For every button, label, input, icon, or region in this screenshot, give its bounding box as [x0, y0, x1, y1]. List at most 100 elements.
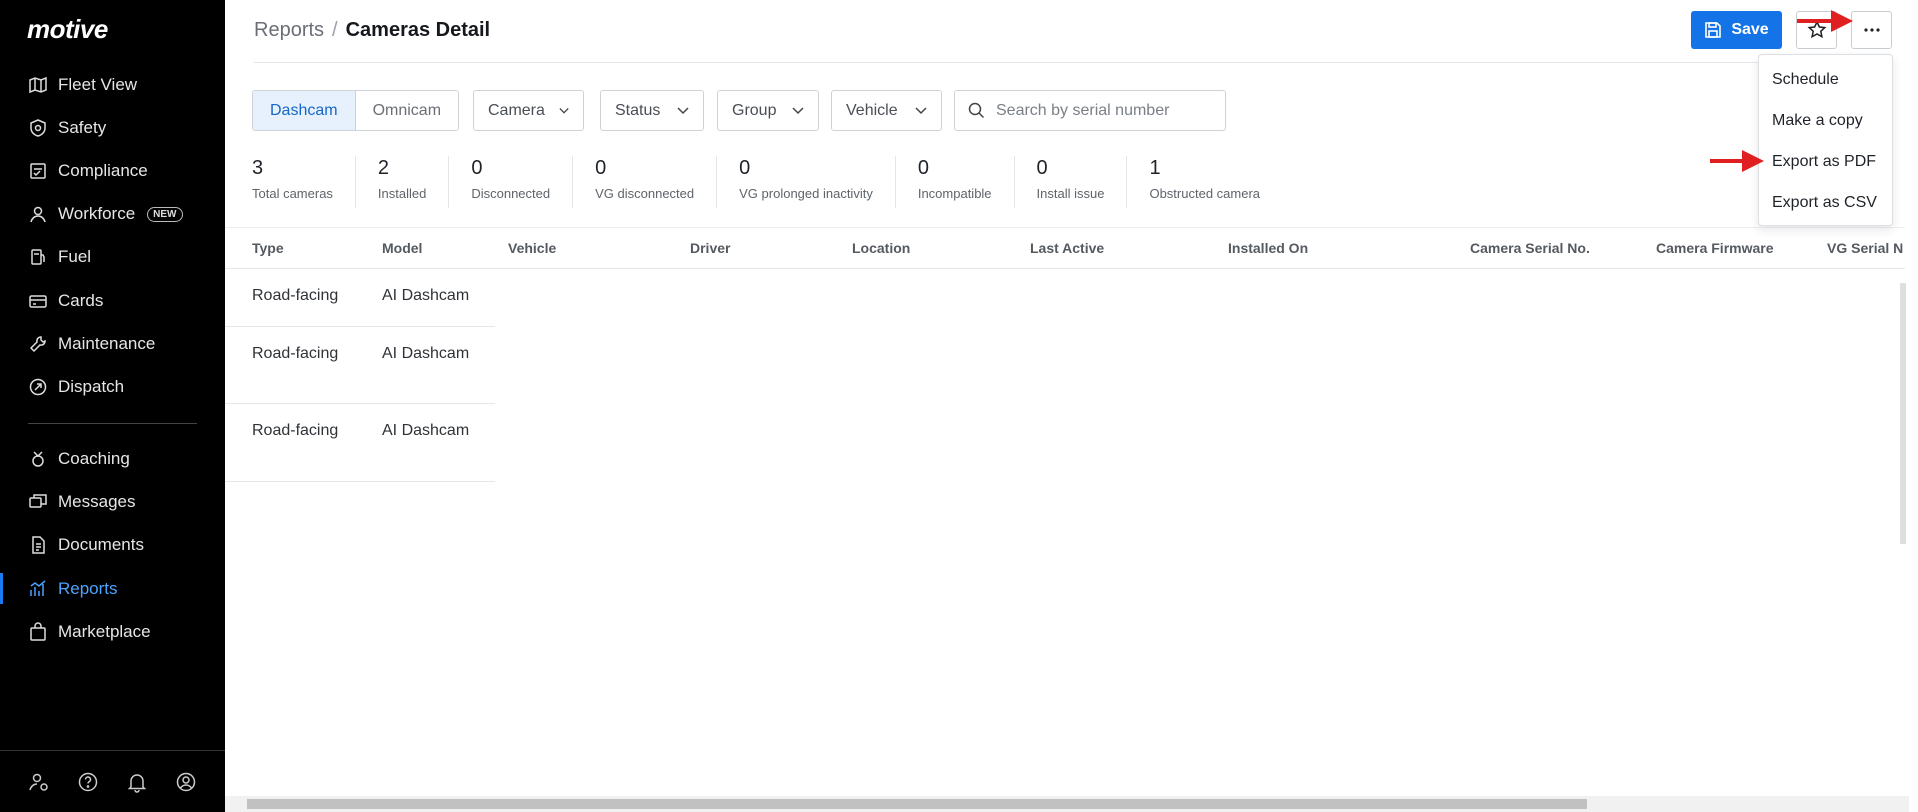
column-header-model[interactable]: Model — [382, 240, 422, 256]
stat-label: Install issue — [1036, 186, 1105, 201]
stat-incompatible: 0 Incompatible — [918, 156, 1015, 208]
stat-value: 0 — [917, 157, 929, 179]
stat-value: 0 — [471, 157, 483, 179]
breadcrumb-reports-link[interactable]: Reports — [254, 19, 324, 42]
sidebar: motive Fleet View Safety Compliance Work… — [0, 0, 225, 812]
header-divider — [254, 62, 1854, 63]
column-header-camera-serial[interactable]: Camera Serial No. — [1470, 240, 1590, 256]
table-row[interactable]: Road-facing AI Dashcam — [225, 327, 495, 404]
sidebar-item-label: Fuel — [58, 247, 92, 267]
table-body: Road-facing AI Dashcam Road-facing AI Da… — [225, 269, 495, 482]
stat-label: Total cameras — [252, 186, 333, 201]
sidebar-footer — [0, 750, 225, 812]
more-options-button[interactable] — [1851, 11, 1892, 49]
stat-obstructed-camera: 1 Obstructed camera — [1149, 156, 1282, 208]
save-icon — [1705, 22, 1722, 38]
more-icon — [1863, 28, 1880, 32]
sidebar-item-fleet-view[interactable]: Fleet View — [0, 63, 225, 106]
stat-value: 3 — [252, 157, 264, 179]
menu-item-export-pdf[interactable]: Export as PDF — [1759, 141, 1892, 182]
table-row[interactable]: Road-facing AI Dashcam — [225, 269, 495, 327]
group-filter-dropdown[interactable]: Group — [717, 90, 819, 131]
sidebar-item-compliance[interactable]: Compliance — [0, 149, 225, 192]
breadcrumb: Reports / Cameras Detail — [254, 19, 490, 42]
sidebar-item-label: Safety — [58, 117, 107, 137]
column-header-camera-firmware[interactable]: Camera Firmware — [1656, 240, 1774, 256]
column-header-vg-serial[interactable]: VG Serial N — [1827, 240, 1903, 256]
motive-logo[interactable]: motive — [27, 14, 108, 45]
cell-model: AI Dashcam — [382, 422, 470, 439]
sidebar-item-dispatch[interactable]: Dispatch — [0, 365, 225, 408]
column-header-driver[interactable]: Driver — [690, 240, 730, 256]
sidebar-item-maintenance[interactable]: Maintenance — [0, 322, 225, 365]
user-icon[interactable] — [175, 771, 197, 793]
menu-item-make-a-copy[interactable]: Make a copy — [1759, 100, 1892, 141]
wrench-icon — [28, 334, 48, 354]
horizontal-scrollbar-thumb[interactable] — [247, 799, 1587, 809]
stat-label: Obstructed camera — [1149, 186, 1261, 201]
sidebar-item-fuel[interactable]: Fuel — [0, 236, 225, 279]
vertical-scrollbar[interactable] — [1897, 269, 1909, 790]
tab-omnicam[interactable]: Omnicam — [355, 91, 459, 130]
cell-type: Road-facing — [252, 287, 339, 304]
table-row[interactable]: Road-facing AI Dashcam — [225, 404, 495, 482]
column-header-installed-on[interactable]: Installed On — [1228, 240, 1308, 256]
clipboard-icon — [28, 161, 48, 181]
cell-type: Road-facing — [252, 345, 339, 362]
tab-dashcam[interactable]: Dashcam — [253, 91, 356, 130]
serial-search-box — [954, 90, 1226, 131]
shield-icon — [28, 118, 48, 138]
new-badge: NEW — [147, 206, 183, 222]
save-button[interactable]: Save — [1691, 11, 1782, 49]
document-icon — [28, 535, 48, 555]
sidebar-item-marketplace[interactable]: Marketplace — [0, 610, 225, 653]
sidebar-item-label: Cards — [58, 290, 104, 310]
sidebar-item-label: Coaching — [58, 449, 130, 469]
coaching-icon — [28, 449, 48, 469]
search-input[interactable] — [996, 101, 1206, 120]
chevron-down-icon — [559, 107, 569, 114]
status-filter-dropdown[interactable]: Status — [600, 90, 704, 131]
sidebar-item-reports[interactable]: Reports — [0, 567, 225, 610]
sidebar-item-label: Reports — [58, 578, 118, 598]
menu-item-export-csv[interactable]: Export as CSV — [1759, 182, 1892, 223]
sidebar-item-cards[interactable]: Cards — [0, 279, 225, 322]
stat-vg-prolonged-inactivity: 0 VG prolonged inactivity — [739, 156, 896, 208]
red-arrow-annotation — [1797, 10, 1853, 32]
summary-stats: 3 Total cameras 2 Installed 0 Disconnect… — [252, 156, 1304, 208]
column-header-last-active[interactable]: Last Active — [1030, 240, 1104, 256]
sidebar-nav: Fleet View Safety Compliance Workforce N… — [0, 63, 225, 653]
stat-label: Installed — [377, 186, 427, 201]
stat-vg-disconnected: 0 VG disconnected — [595, 156, 718, 208]
chevron-down-icon — [677, 106, 689, 114]
help-icon[interactable] — [77, 771, 99, 793]
card-icon — [28, 291, 48, 311]
breadcrumb-separator: / — [332, 19, 338, 41]
vehicle-filter-label: Vehicle — [846, 101, 898, 119]
horizontal-scrollbar[interactable] — [225, 796, 1909, 812]
vertical-scrollbar-thumb[interactable] — [1900, 283, 1906, 544]
save-button-label: Save — [1731, 21, 1769, 38]
sidebar-item-safety[interactable]: Safety — [0, 106, 225, 149]
admin-icon[interactable] — [28, 771, 50, 793]
vehicle-filter-dropdown[interactable]: Vehicle — [831, 90, 942, 131]
column-header-type[interactable]: Type — [252, 240, 284, 256]
bell-icon[interactable] — [126, 771, 148, 793]
camera-filter-dropdown[interactable]: Camera — [473, 90, 584, 131]
stat-label: VG prolonged inactivity — [739, 186, 873, 201]
camera-type-toggle: Dashcam Omnicam — [252, 90, 460, 131]
sidebar-item-documents[interactable]: Documents — [0, 524, 225, 567]
sidebar-item-label: Marketplace — [58, 621, 151, 641]
main-content: Reports / Cameras Detail Save Dashcam Om… — [225, 0, 1918, 812]
sidebar-item-label: Fleet View — [58, 74, 138, 94]
more-options-menu: Schedule Make a copy Export as PDF Expor… — [1758, 54, 1893, 226]
sidebar-item-workforce[interactable]: Workforce NEW — [0, 193, 225, 236]
stat-disconnected: 0 Disconnected — [471, 156, 574, 208]
sidebar-item-coaching[interactable]: Coaching — [0, 438, 225, 481]
menu-item-schedule[interactable]: Schedule — [1759, 59, 1892, 100]
fuel-icon — [28, 247, 48, 267]
column-header-vehicle[interactable]: Vehicle — [508, 240, 556, 256]
column-header-location[interactable]: Location — [852, 240, 910, 256]
table-header: Type Model Vehicle Driver Location Last … — [225, 227, 1905, 269]
sidebar-item-messages[interactable]: Messages — [0, 481, 225, 524]
